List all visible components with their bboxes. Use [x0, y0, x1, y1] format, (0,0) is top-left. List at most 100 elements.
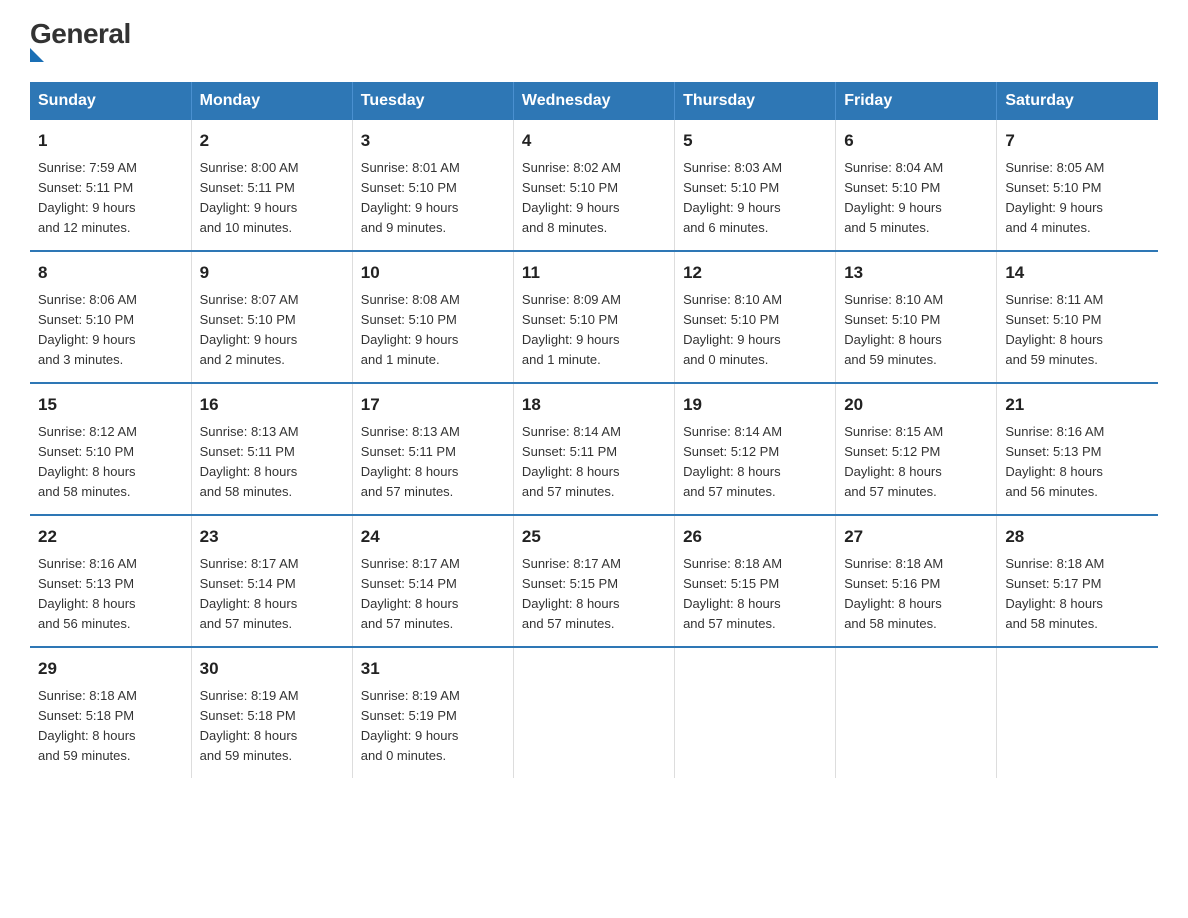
table-row: 4 Sunrise: 8:02 AMSunset: 5:10 PMDaylight…: [513, 120, 674, 251]
table-row: 25Sunrise: 8:17 AMSunset: 5:15 PMDayligh…: [513, 515, 674, 647]
day-info: Sunrise: 8:15 AMSunset: 5:12 PMDaylight:…: [844, 422, 988, 503]
day-number: 25: [522, 524, 666, 550]
day-info: Sunrise: 8:19 AMSunset: 5:19 PMDaylight:…: [361, 686, 505, 767]
day-info: Sunrise: 8:04 AMSunset: 5:10 PMDaylight:…: [844, 158, 988, 239]
day-info: Sunrise: 8:18 AMSunset: 5:18 PMDaylight:…: [38, 686, 183, 767]
day-number: 26: [683, 524, 827, 550]
day-info: Sunrise: 8:13 AMSunset: 5:11 PMDaylight:…: [200, 422, 344, 503]
day-info: Sunrise: 8:13 AMSunset: 5:11 PMDaylight:…: [361, 422, 505, 503]
day-number: 20: [844, 392, 988, 418]
day-number: 11: [522, 260, 666, 286]
day-info: Sunrise: 8:16 AMSunset: 5:13 PMDaylight:…: [38, 554, 183, 635]
day-number: 18: [522, 392, 666, 418]
day-number: 23: [200, 524, 344, 550]
table-row: [836, 647, 997, 778]
table-row: [513, 647, 674, 778]
day-info: Sunrise: 8:06 AMSunset: 5:10 PMDaylight:…: [38, 290, 183, 371]
table-row: 29 Sunrise: 8:18 AMSunset: 5:18 PMDayligh…: [30, 647, 191, 778]
day-info: Sunrise: 8:05 AMSunset: 5:10 PMDaylight:…: [1005, 158, 1150, 239]
day-info: Sunrise: 8:02 AMSunset: 5:10 PMDaylight:…: [522, 158, 666, 239]
header-thursday: Thursday: [675, 82, 836, 120]
table-row: 22 Sunrise: 8:16 AMSunset: 5:13 PMDayligh…: [30, 515, 191, 647]
day-number: 5: [683, 128, 827, 154]
table-row: 6 Sunrise: 8:04 AMSunset: 5:10 PMDaylight…: [836, 120, 997, 251]
day-info: Sunrise: 8:01 AMSunset: 5:10 PMDaylight:…: [361, 158, 505, 239]
day-info: Sunrise: 8:07 AMSunset: 5:10 PMDaylight:…: [200, 290, 344, 371]
day-info: Sunrise: 8:10 AMSunset: 5:10 PMDaylight:…: [844, 290, 988, 371]
day-number: 10: [361, 260, 505, 286]
table-row: [675, 647, 836, 778]
day-number: 19: [683, 392, 827, 418]
logo-arrow-icon: [30, 48, 44, 62]
day-number: 27: [844, 524, 988, 550]
header-sunday: Sunday: [30, 82, 191, 120]
calendar-week-row: 29 Sunrise: 8:18 AMSunset: 5:18 PMDayligh…: [30, 647, 1158, 778]
day-info: Sunrise: 8:14 AMSunset: 5:12 PMDaylight:…: [683, 422, 827, 503]
day-number: 7: [1005, 128, 1150, 154]
table-row: 10 Sunrise: 8:08 AMSunset: 5:10 PMDayligh…: [352, 251, 513, 383]
logo-blue-text: [30, 48, 44, 62]
header-friday: Friday: [836, 82, 997, 120]
table-row: 28 Sunrise: 8:18 AMSunset: 5:17 PMDayligh…: [997, 515, 1158, 647]
table-row: 27 Sunrise: 8:18 AMSunset: 5:16 PMDayligh…: [836, 515, 997, 647]
header-tuesday: Tuesday: [352, 82, 513, 120]
day-number: 2: [200, 128, 344, 154]
day-number: 15: [38, 392, 183, 418]
day-number: 9: [200, 260, 344, 286]
logo-general-text: General: [30, 20, 131, 48]
table-row: 13 Sunrise: 8:10 AMSunset: 5:10 PMDayligh…: [836, 251, 997, 383]
table-row: 1Sunrise: 7:59 AMSunset: 5:11 PMDaylight…: [30, 120, 191, 251]
day-info: Sunrise: 8:17 AMSunset: 5:14 PMDaylight:…: [361, 554, 505, 635]
table-row: 3Sunrise: 8:01 AMSunset: 5:10 PMDaylight…: [352, 120, 513, 251]
day-number: 28: [1005, 524, 1150, 550]
calendar-week-row: 15 Sunrise: 8:12 AMSunset: 5:10 PMDayligh…: [30, 383, 1158, 515]
day-info: Sunrise: 8:10 AMSunset: 5:10 PMDaylight:…: [683, 290, 827, 371]
calendar-week-row: 8 Sunrise: 8:06 AMSunset: 5:10 PMDaylight…: [30, 251, 1158, 383]
day-info: Sunrise: 8:19 AMSunset: 5:18 PMDaylight:…: [200, 686, 344, 767]
day-number: 6: [844, 128, 988, 154]
day-info: Sunrise: 8:18 AMSunset: 5:17 PMDaylight:…: [1005, 554, 1150, 635]
day-number: 22: [38, 524, 183, 550]
day-number: 14: [1005, 260, 1150, 286]
page-header: General: [30, 20, 1158, 62]
table-row: 31 Sunrise: 8:19 AMSunset: 5:19 PMDayligh…: [352, 647, 513, 778]
calendar-week-row: 22 Sunrise: 8:16 AMSunset: 5:13 PMDayligh…: [30, 515, 1158, 647]
day-number: 1: [38, 128, 183, 154]
table-row: 12 Sunrise: 8:10 AMSunset: 5:10 PMDayligh…: [675, 251, 836, 383]
day-info: Sunrise: 8:03 AMSunset: 5:10 PMDaylight:…: [683, 158, 827, 239]
day-number: 13: [844, 260, 988, 286]
day-number: 29: [38, 656, 183, 682]
day-info: Sunrise: 8:17 AMSunset: 5:14 PMDaylight:…: [200, 554, 344, 635]
table-row: 24 Sunrise: 8:17 AMSunset: 5:14 PMDayligh…: [352, 515, 513, 647]
table-row: 16Sunrise: 8:13 AMSunset: 5:11 PMDayligh…: [191, 383, 352, 515]
day-info: Sunrise: 8:12 AMSunset: 5:10 PMDaylight:…: [38, 422, 183, 503]
day-number: 8: [38, 260, 183, 286]
table-row: 23 Sunrise: 8:17 AMSunset: 5:14 PMDayligh…: [191, 515, 352, 647]
table-row: 18Sunrise: 8:14 AMSunset: 5:11 PMDayligh…: [513, 383, 674, 515]
day-info: Sunrise: 8:00 AMSunset: 5:11 PMDaylight:…: [200, 158, 344, 239]
calendar-week-row: 1Sunrise: 7:59 AMSunset: 5:11 PMDaylight…: [30, 120, 1158, 251]
calendar-header-row: Sunday Monday Tuesday Wednesday Thursday…: [30, 82, 1158, 120]
day-number: 30: [200, 656, 344, 682]
table-row: 11 Sunrise: 8:09 AMSunset: 5:10 PMDayligh…: [513, 251, 674, 383]
day-info: Sunrise: 8:09 AMSunset: 5:10 PMDaylight:…: [522, 290, 666, 371]
header-saturday: Saturday: [997, 82, 1158, 120]
table-row: 20 Sunrise: 8:15 AMSunset: 5:12 PMDayligh…: [836, 383, 997, 515]
table-row: 26Sunrise: 8:18 AMSunset: 5:15 PMDayligh…: [675, 515, 836, 647]
day-info: Sunrise: 8:08 AMSunset: 5:10 PMDaylight:…: [361, 290, 505, 371]
table-row: 5 Sunrise: 8:03 AMSunset: 5:10 PMDaylight…: [675, 120, 836, 251]
day-number: 21: [1005, 392, 1150, 418]
day-number: 12: [683, 260, 827, 286]
day-number: 24: [361, 524, 505, 550]
table-row: [997, 647, 1158, 778]
table-row: 9 Sunrise: 8:07 AMSunset: 5:10 PMDaylight…: [191, 251, 352, 383]
logo: General: [30, 20, 131, 62]
table-row: 8 Sunrise: 8:06 AMSunset: 5:10 PMDaylight…: [30, 251, 191, 383]
table-row: 2 Sunrise: 8:00 AMSunset: 5:11 PMDaylight…: [191, 120, 352, 251]
day-info: Sunrise: 8:18 AMSunset: 5:16 PMDaylight:…: [844, 554, 988, 635]
header-wednesday: Wednesday: [513, 82, 674, 120]
day-number: 31: [361, 656, 505, 682]
table-row: 19 Sunrise: 8:14 AMSunset: 5:12 PMDayligh…: [675, 383, 836, 515]
table-row: 7 Sunrise: 8:05 AMSunset: 5:10 PMDaylight…: [997, 120, 1158, 251]
day-number: 4: [522, 128, 666, 154]
